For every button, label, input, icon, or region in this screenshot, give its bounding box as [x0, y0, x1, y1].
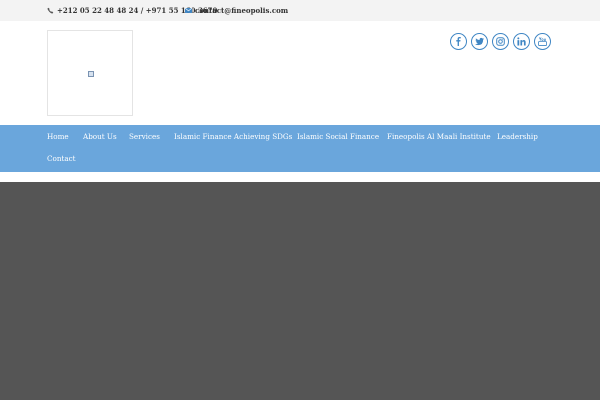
envelope-icon	[185, 7, 192, 13]
nav-item-contact[interactable]: Contact	[47, 154, 76, 163]
nav-item-al-maali-institute[interactable]: Fineopolis Al Maali Institute	[387, 132, 491, 141]
linkedin-icon[interactable]	[513, 33, 530, 50]
nav-item-leadership[interactable]: Leadership	[497, 132, 538, 141]
nav-item-about-us[interactable]: About Us	[83, 132, 117, 141]
social-links	[450, 33, 555, 50]
email-contact[interactable]: contact@fineopolis.com	[185, 6, 288, 15]
nav-item-home[interactable]: Home	[47, 132, 69, 141]
hero-section	[0, 182, 600, 400]
top-bar: +212 05 22 48 48 24 / +971 55 160 3670 c…	[0, 0, 600, 21]
facebook-icon[interactable]	[450, 33, 467, 50]
site-header	[0, 21, 600, 125]
phone-icon	[47, 7, 54, 14]
broken-image-icon	[88, 71, 94, 77]
email-address[interactable]: contact@fineopolis.com	[195, 6, 288, 15]
nav-item-services[interactable]: Services	[129, 132, 160, 141]
site-logo[interactable]	[47, 30, 133, 116]
nav-item-islamic-social-finance[interactable]: Islamic Social Finance	[297, 132, 379, 141]
youtube-icon[interactable]	[534, 33, 551, 50]
instagram-icon[interactable]	[492, 33, 509, 50]
nav-spacer	[0, 172, 600, 182]
twitter-icon[interactable]	[471, 33, 488, 50]
nav-item-islamic-finance-sdgs[interactable]: Islamic Finance Achieving SDGs	[174, 132, 292, 141]
main-navigation: Home About Us Services Islamic Finance A…	[0, 125, 600, 172]
